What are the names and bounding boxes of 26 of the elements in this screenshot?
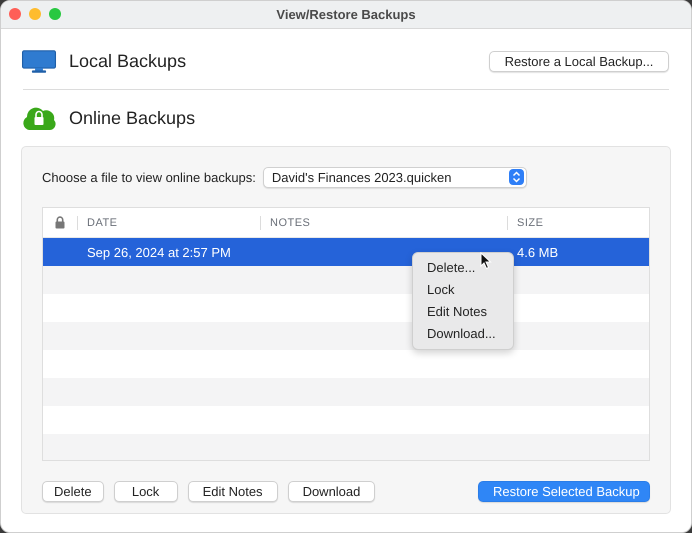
file-dropdown[interactable]: David's Finances 2023.quicken [262,166,527,188]
field-label: Choose a file to view online backups: [42,170,256,184]
table-cell: Sep 26, 2024 at 2:57 PM [87,244,231,260]
pointer-icon [480,252,492,270]
restore-local-button[interactable]: Restore a Local Backup... [489,50,669,72]
minimize-button[interactable] [29,8,41,20]
action-button[interactable]: Download [288,481,376,502]
menu-item[interactable]: Edit Notes [413,301,513,323]
restore-selected-button[interactable]: Restore Selected Backup [478,481,650,502]
table-cell: 4.6 MB [517,244,558,260]
column-header[interactable]: DATE [87,216,118,228]
section-title: Online Backups [69,108,196,128]
stepper-icon [508,169,524,185]
action-button[interactable]: Delete [42,481,104,502]
section-title: Local Backups [69,50,188,72]
zoom-button[interactable] [49,8,61,20]
close-button[interactable] [9,8,21,20]
menu-item[interactable]: Lock [413,279,513,301]
column-header[interactable]: NOTES [270,216,310,228]
menu-item[interactable]: Download... [413,323,513,345]
action-button[interactable]: Lock [114,481,178,502]
cloud-lock-icon [21,105,57,131]
column-header[interactable]: SIZE [517,216,544,228]
window-title: View/Restore Backups [276,7,416,22]
lock-icon [55,216,65,229]
action-button[interactable]: Edit Notes [188,481,278,502]
